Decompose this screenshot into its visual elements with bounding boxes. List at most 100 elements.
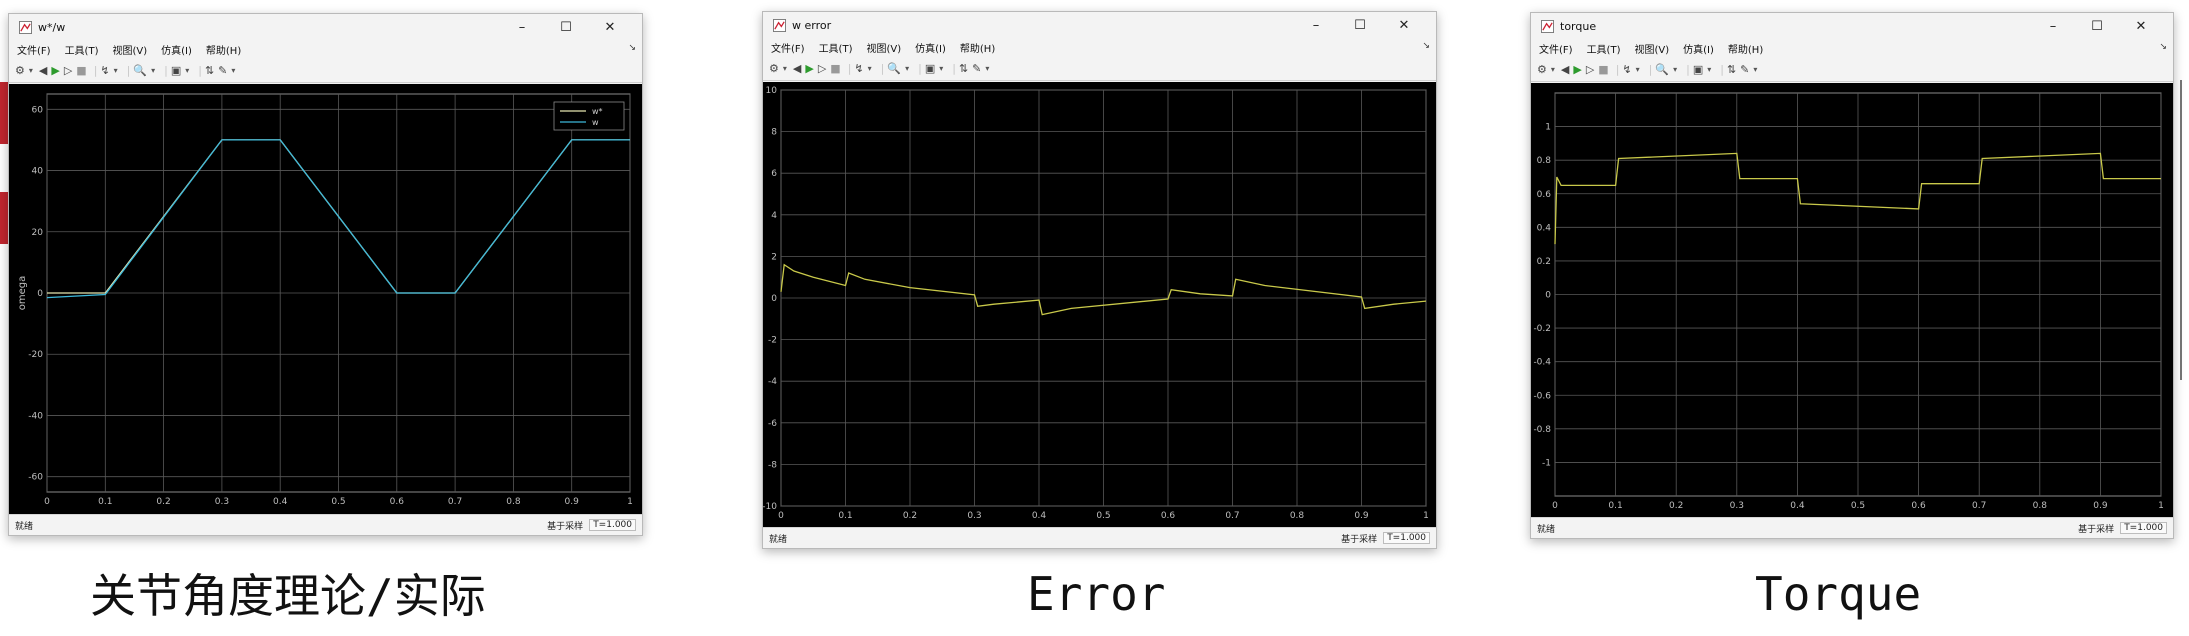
x-tick-label: 0.5 [1851,501,1865,511]
status-ready: 就绪 [769,534,788,545]
step-forward-icon[interactable]: ▷ [64,63,72,79]
dropdown-icon[interactable]: ▾ [1636,62,1640,78]
signal-tracing-icon[interactable]: ↯ [854,61,863,77]
fit-to-view-icon[interactable]: ▣ [171,63,181,79]
close-button[interactable]: ✕ [588,20,632,35]
dropdown-icon[interactable]: ▾ [985,61,989,77]
menu-overflow-icon[interactable]: ↘ [628,43,636,53]
caption-torque: Torque [1755,567,1922,621]
zoom-icon[interactable]: 🔍 [133,63,147,79]
dropdown-icon[interactable]: ▾ [1707,62,1711,78]
edit-style-icon[interactable]: ✎ [218,63,227,79]
plot-area[interactable]: 0 0.1 0.2 0.3 0.4 0.5 0.6 0.7 0.8 0.9 1 1 0.8 0.6 0.4 0… [1531,83,2173,518]
step-forward-icon[interactable]: ▷ [1586,62,1594,78]
menu-view[interactable]: 视图(V) [112,42,147,57]
cursor-measure-icon[interactable]: ⇅ [1727,62,1736,78]
menu-tools[interactable]: 工具(T) [65,42,99,57]
maximize-button[interactable]: ☐ [544,20,588,35]
stop-icon[interactable]: ■ [830,61,840,77]
settings-gear-icon[interactable]: ⚙ [1537,62,1547,78]
dropdown-icon[interactable]: ▾ [1551,62,1555,78]
dropdown-icon[interactable]: ▾ [185,63,189,79]
menu-file[interactable]: 文件(F) [771,40,805,55]
dropdown-icon[interactable]: ▾ [1673,62,1677,78]
x-tick-label: 0.3 [967,511,981,521]
menu-help[interactable]: 帮助(H) [960,40,995,55]
menu-file[interactable]: 文件(F) [17,42,51,57]
menu-view[interactable]: 视图(V) [866,40,901,55]
menu-simulation[interactable]: 仿真(I) [1683,41,1714,56]
plot-area[interactable]: 0 0.1 0.2 0.3 0.4 0.5 0.6 0.7 0.8 0.9 1 10 8 6 4 2 0 -2 -4… [763,82,1436,528]
edit-style-icon[interactable]: ✎ [1740,62,1749,78]
minimize-button[interactable]: – [1294,18,1338,33]
dropdown-icon[interactable]: ▾ [783,61,787,77]
minimize-button[interactable]: – [2031,19,2075,34]
x-tick-label: 0.7 [448,497,462,507]
edit-style-icon[interactable]: ✎ [972,61,981,77]
x-tick-label: 0 [44,497,50,507]
dropdown-icon[interactable]: ▾ [231,63,235,79]
x-tick-label: 0.3 [215,497,229,507]
menu-help[interactable]: 帮助(H) [206,42,241,57]
zoom-icon[interactable]: 🔍 [887,61,901,77]
toolbar: ⚙ ▾ ◀ ▶ ▷ ■ | ↯ ▾ | 🔍 ▾ | ▣ ▾ | ⇅ ✎ ▾ [9,59,642,83]
toolbar-separator: | [880,61,885,75]
y-tick-label: -6 [768,419,777,429]
dropdown-icon[interactable]: ▾ [939,61,943,77]
status-ready: 就绪 [15,521,34,532]
menu-tools[interactable]: 工具(T) [819,40,853,55]
scope-plot[interactable]: 0 0.1 0.2 0.3 0.4 0.5 0.6 0.7 0.8 0.9 1 10 8 6 4 2 0 -2 -4… [763,82,1436,528]
caption-joint-angle: 关节角度理论/实际 [90,569,486,623]
settings-gear-icon[interactable]: ⚙ [15,63,25,79]
dropdown-icon[interactable]: ▾ [868,61,872,77]
zoom-icon[interactable]: 🔍 [1655,62,1669,78]
dropdown-icon[interactable]: ▾ [1753,62,1757,78]
dropdown-icon[interactable]: ▾ [151,63,155,79]
minimize-button[interactable]: – [500,20,544,35]
signal-tracing-icon[interactable]: ↯ [1622,62,1631,78]
menu-overflow-icon[interactable]: ↘ [1422,41,1430,51]
menu-overflow-icon[interactable]: ↘ [2159,42,2167,52]
y-tick-label: -0.6 [1533,391,1551,401]
run-icon[interactable]: ▶ [1573,62,1581,78]
signal-tracing-icon[interactable]: ↯ [100,63,109,79]
dropdown-icon[interactable]: ▾ [114,63,118,79]
settings-gear-icon[interactable]: ⚙ [769,61,779,77]
scope-window: torque – ☐ ✕ 文件(F) 工具(T) 视图(V) 仿真(I) 帮助(… [1530,12,2174,539]
y-tick-label: 20 [32,228,44,238]
maximize-button[interactable]: ☐ [1338,18,1382,33]
fit-to-view-icon[interactable]: ▣ [925,61,935,77]
x-tick-label: 0.6 [1161,511,1176,521]
cursor-measure-icon[interactable]: ⇅ [205,63,214,79]
y-tick-label: -20 [28,350,43,360]
run-icon[interactable]: ▶ [51,63,59,79]
x-tick-label: 1 [627,497,633,507]
close-button[interactable]: ✕ [1382,18,1426,33]
run-icon[interactable]: ▶ [805,61,813,77]
step-back-icon[interactable]: ◀ [793,61,801,77]
step-forward-icon[interactable]: ▷ [818,61,826,77]
plot-area[interactable]: 0 0.1 0.2 0.3 0.4 0.5 0.6 0.7 0.8 0.9 1 60 40 20 0 -20 -… [9,84,642,514]
scope-plot[interactable]: 0 0.1 0.2 0.3 0.4 0.5 0.6 0.7 0.8 0.9 1 1 0.8 0.6 0.4 0… [1531,83,2173,518]
dropdown-icon[interactable]: ▾ [29,63,33,79]
maximize-button[interactable]: ☐ [2075,19,2119,34]
menu-file[interactable]: 文件(F) [1539,41,1573,56]
stop-icon[interactable]: ■ [1598,62,1608,78]
menu-simulation[interactable]: 仿真(I) [915,40,946,55]
menu-help[interactable]: 帮助(H) [1728,41,1763,56]
dropdown-icon[interactable]: ▾ [905,61,909,77]
menu-view[interactable]: 视图(V) [1634,41,1669,56]
x-tick-label: 0.8 [1290,511,1305,521]
fit-to-view-icon[interactable]: ▣ [1693,62,1703,78]
stop-icon[interactable]: ■ [76,63,86,79]
scope-plot[interactable]: 0 0.1 0.2 0.3 0.4 0.5 0.6 0.7 0.8 0.9 1 60 40 20 0 -20 -… [9,84,642,514]
close-button[interactable]: ✕ [2119,19,2163,34]
cursor-measure-icon[interactable]: ⇅ [959,61,968,77]
menu-simulation[interactable]: 仿真(I) [161,42,192,57]
step-back-icon[interactable]: ◀ [1561,62,1569,78]
menu-tools[interactable]: 工具(T) [1587,41,1621,56]
x-tick-label: 0 [1552,501,1558,511]
step-back-icon[interactable]: ◀ [39,63,47,79]
x-tick-label: 0.8 [2033,501,2048,511]
matlab-app-icon [773,18,786,32]
